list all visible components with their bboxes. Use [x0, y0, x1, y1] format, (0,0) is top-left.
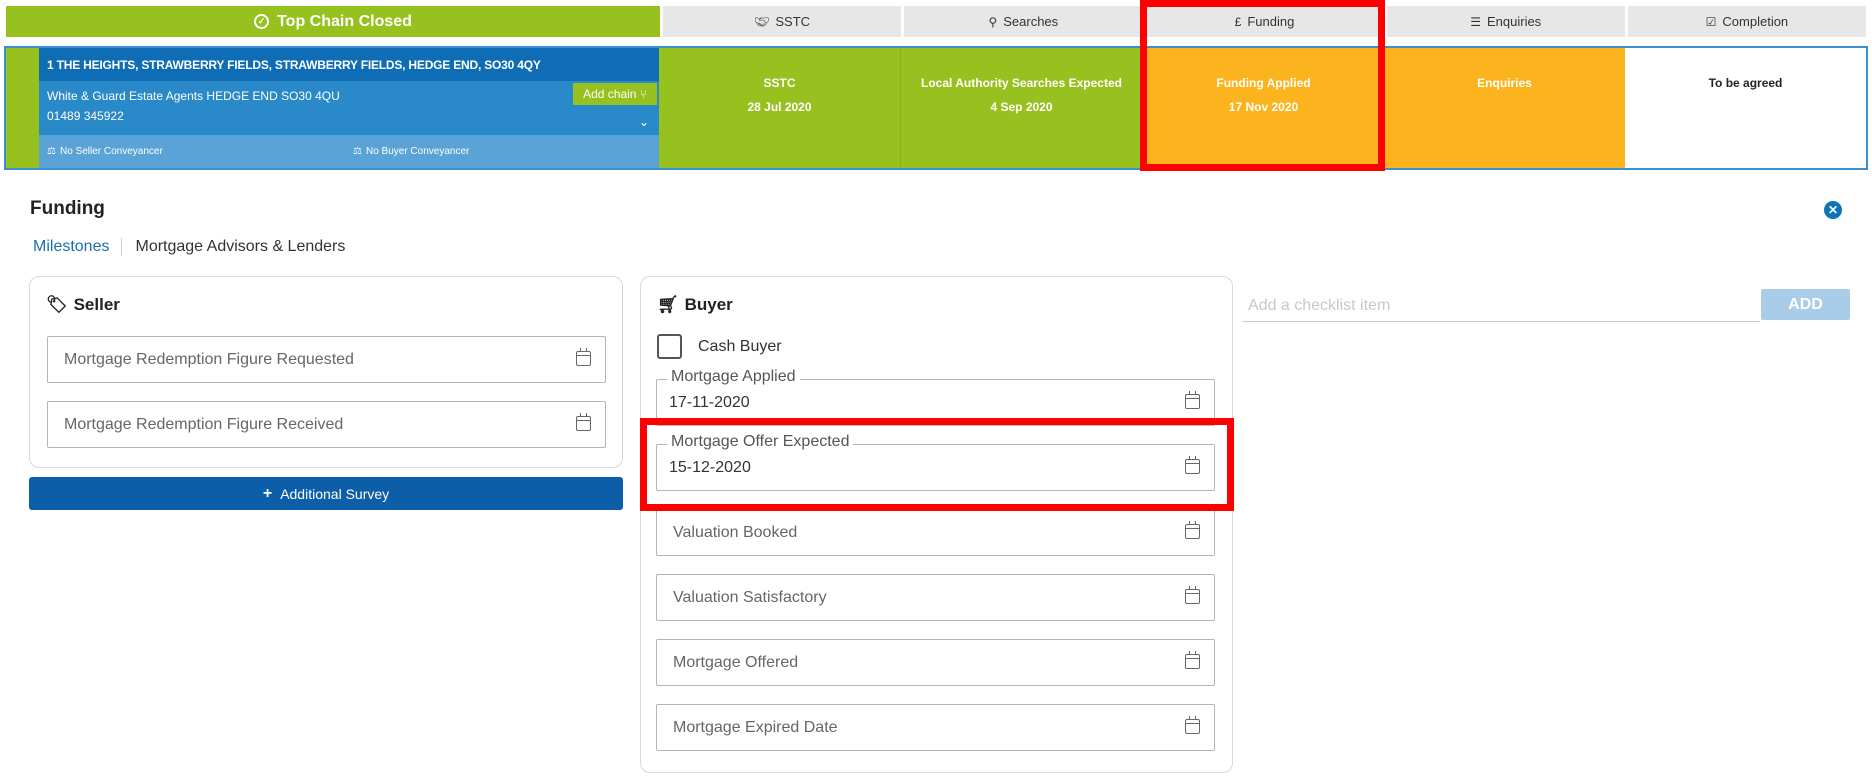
milestone-enquiries[interactable]: Enquiries	[1384, 48, 1625, 168]
additional-survey-button[interactable]: + Additional Survey	[29, 477, 623, 510]
branch-icon: ⑂	[639, 87, 647, 101]
cash-buyer-checkbox[interactable]	[657, 334, 682, 359]
milestone-date: 4 Sep 2020	[990, 100, 1053, 114]
buyer-title: 🛒︎ Buyer	[657, 295, 733, 315]
check-circle-icon: ✓	[254, 14, 270, 29]
tab-label: Completion	[1722, 14, 1789, 29]
field-placeholder: Mortgage Offered	[673, 653, 799, 671]
milestone-sstc[interactable]: SSTC 28 Jul 2020	[659, 48, 901, 168]
chain-status-label: Top Chain Closed	[277, 12, 412, 30]
add-chain-button[interactable]: Add chain ⑂	[573, 83, 657, 105]
mortgage-offer-expected-field[interactable]: Mortgage Offer Expected 15-12-2020	[656, 433, 1215, 491]
tab-milestones[interactable]: Milestones	[33, 238, 123, 256]
property-address: 1 THE HEIGHTS, STRAWBERRY FIELDS, STRAWB…	[39, 48, 659, 81]
milestone-title: To be agreed	[1708, 76, 1783, 90]
milestone-funding[interactable]: Funding Applied 17 Nov 2020	[1143, 48, 1384, 168]
tab-label: SSTC	[775, 14, 811, 29]
tab-label: Enquiries	[1486, 14, 1542, 29]
milestone-cells: SSTC 28 Jul 2020 Local Authority Searche…	[659, 48, 1866, 168]
chain-row: 1 THE HEIGHTS, STRAWBERRY FIELDS, STRAWB…	[4, 46, 1868, 170]
agent-name: White & Guard Estate Agents HEDGE END SO…	[47, 89, 340, 103]
seller-conveyancer-label: No Seller Conveyancer	[59, 146, 163, 157]
funding-subtabs: Milestones Mortgage Advisors & Lenders	[33, 234, 357, 260]
agent-info: White & Guard Estate Agents HEDGE END SO…	[39, 81, 659, 135]
calendar-icon[interactable]	[1185, 586, 1200, 604]
calendar-icon[interactable]	[1185, 716, 1200, 734]
tab-searches[interactable]: ⚲ Searches	[901, 6, 1143, 37]
tab-completion[interactable]: ☑ Completion	[1624, 6, 1867, 37]
milestone-title: SSTC	[763, 76, 796, 90]
buyer-conveyancer[interactable]: ⚖ No Buyer Conveyancer	[353, 146, 659, 157]
buyer-conveyancer-label: No Buyer Conveyancer	[365, 146, 470, 157]
field-placeholder: Valuation Booked	[673, 523, 798, 541]
scales-icon: ⚖	[47, 146, 56, 157]
field-placeholder: Mortgage Redemption Figure Requested	[64, 350, 354, 368]
cash-buyer[interactable]: Cash Buyer	[657, 334, 782, 359]
milestone-date: 17 Nov 2020	[1228, 100, 1299, 114]
tab-funding[interactable]: £ Funding	[1142, 6, 1384, 37]
conveyancers: ⚖ No Seller Conveyancer ⚖ No Buyer Conve…	[39, 135, 659, 168]
handshake-icon: 🤝︎	[754, 14, 770, 29]
tab-sstc[interactable]: 🤝︎ SSTC	[660, 6, 902, 37]
cash-buyer-label: Cash Buyer	[698, 337, 782, 355]
field-value: 15-12-2020	[669, 458, 751, 476]
property-panel: 1 THE HEIGHTS, STRAWBERRY FIELDS, STRAWB…	[39, 48, 659, 168]
pound-icon: £	[1234, 14, 1242, 29]
seller-title: 🏷︎ Seller	[46, 295, 120, 315]
field-label: Mortgage Applied	[667, 368, 800, 386]
calendar-icon[interactable]	[1185, 456, 1200, 474]
milestone-date: 28 Jul 2020	[747, 100, 812, 114]
section-title: Funding	[30, 198, 105, 219]
mortgage-applied-field[interactable]: Mortgage Applied 17-11-2020	[656, 368, 1215, 426]
calendar-icon[interactable]	[576, 413, 591, 431]
checklist-input[interactable]	[1242, 290, 1760, 322]
milestone-title: Enquiries	[1477, 76, 1532, 90]
milestone-completion[interactable]: To be agreed	[1625, 48, 1866, 168]
search-icon: ⚲	[988, 14, 998, 29]
field-label: Mortgage Offer Expected	[667, 433, 854, 451]
checkbox-icon: ☑	[1705, 14, 1717, 29]
calendar-icon[interactable]	[1185, 521, 1200, 539]
plus-icon: +	[262, 484, 273, 502]
valuation-booked-field[interactable]: Valuation Booked	[656, 509, 1215, 556]
calendar-icon[interactable]	[1185, 391, 1200, 409]
cart-icon: 🛒︎	[657, 295, 679, 314]
tab-label: Funding	[1247, 14, 1295, 29]
stage-bar: ✓ Top Chain Closed 🤝︎ SSTC ⚲ Searches £ …	[6, 6, 1867, 37]
add-chain-label: Add chain	[583, 87, 637, 101]
mortgage-expired-date-field[interactable]: Mortgage Expired Date	[656, 704, 1215, 751]
tab-mortgage-advisors[interactable]: Mortgage Advisors & Lenders	[135, 238, 357, 256]
additional-survey-label: Additional Survey	[280, 485, 390, 502]
seller-title-label: Seller	[73, 295, 120, 314]
scales-icon: ⚖	[353, 146, 362, 157]
field-value: 17-11-2020	[669, 393, 750, 411]
chain-accent-bar	[6, 48, 39, 168]
close-icon[interactable]: ✕	[1824, 201, 1842, 219]
add-checklist-button[interactable]: ADD	[1761, 289, 1850, 320]
calendar-icon[interactable]	[1185, 651, 1200, 669]
tab-label: Searches	[1003, 14, 1059, 29]
milestone-title: Local Authority Searches Expected	[921, 76, 1122, 90]
mortgage-redemption-requested-field[interactable]: Mortgage Redemption Figure Requested	[47, 336, 606, 383]
list-icon: ☰	[1470, 14, 1481, 29]
mortgage-redemption-received-field[interactable]: Mortgage Redemption Figure Received	[47, 401, 606, 448]
chain-status-button[interactable]: ✓ Top Chain Closed	[6, 6, 660, 37]
field-placeholder: Valuation Satisfactory	[673, 588, 827, 606]
buyer-title-label: Buyer	[684, 295, 733, 314]
tag-icon: 🏷︎	[46, 295, 68, 314]
seller-card: 🏷︎ Seller Mortgage Redemption Figure Req…	[29, 276, 623, 468]
seller-conveyancer[interactable]: ⚖ No Seller Conveyancer	[47, 146, 353, 157]
agent-phone: 01489 345922	[47, 109, 124, 123]
milestone-searches[interactable]: Local Authority Searches Expected 4 Sep …	[901, 48, 1143, 168]
chevron-down-icon[interactable]: ⌄	[639, 115, 649, 129]
milestone-title: Funding Applied	[1216, 76, 1311, 90]
valuation-satisfactory-field[interactable]: Valuation Satisfactory	[656, 574, 1215, 621]
calendar-icon[interactable]	[576, 348, 591, 366]
field-placeholder: Mortgage Expired Date	[673, 718, 838, 736]
tab-enquiries[interactable]: ☰ Enquiries	[1383, 6, 1625, 37]
field-placeholder: Mortgage Redemption Figure Received	[64, 415, 344, 433]
mortgage-offered-field[interactable]: Mortgage Offered	[656, 639, 1215, 686]
